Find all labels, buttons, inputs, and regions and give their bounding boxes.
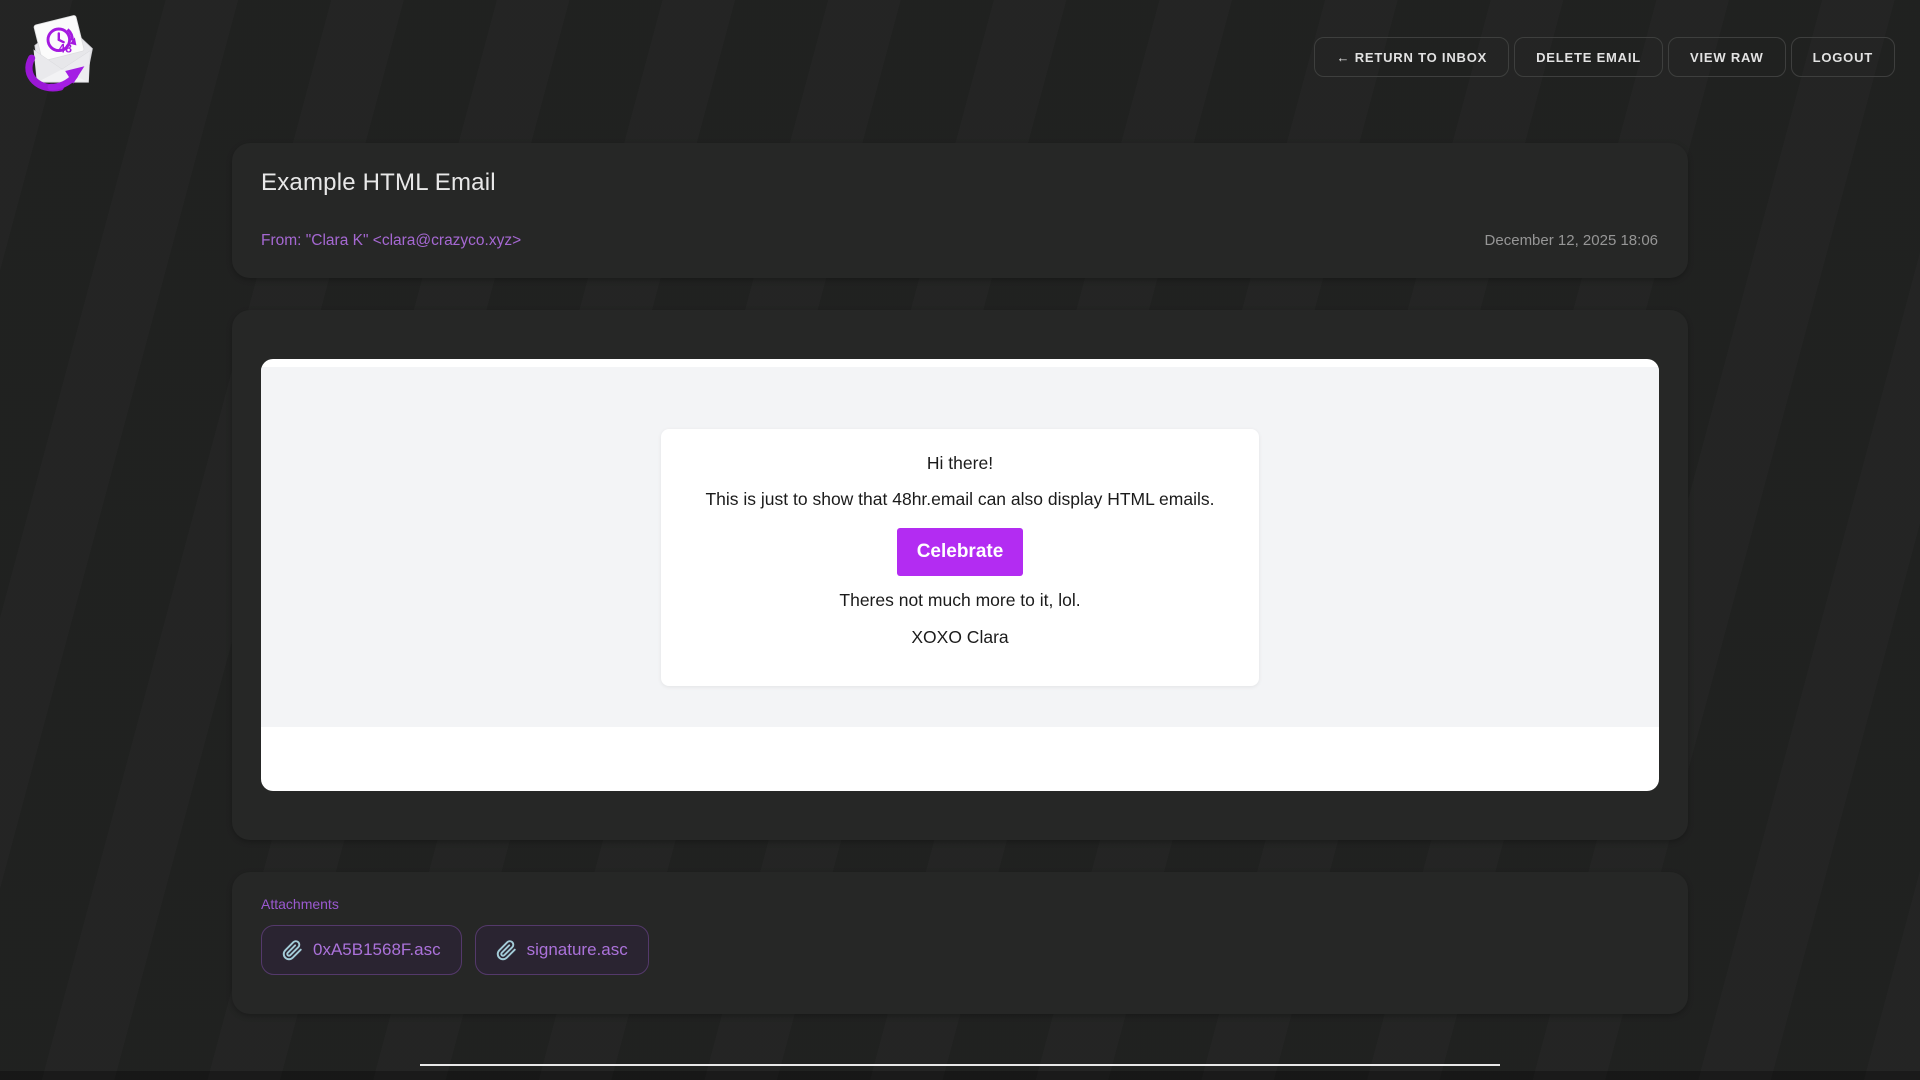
app-logo[interactable]: 48 — [22, 12, 102, 98]
logout-button[interactable]: LOGOUT — [1791, 37, 1895, 77]
paperclip-icon — [282, 940, 303, 961]
email-meta-row: From: "Clara K" <clara@crazyco.xyz> Dece… — [261, 232, 1658, 250]
attachment-pill-0[interactable]: 0xA5B1568F.asc — [261, 925, 462, 975]
email-subject: Example HTML Email — [261, 169, 1658, 197]
main-column: Example HTML Email From: "Clara K" <clar… — [232, 0, 1688, 1066]
page-48hr-email-viewer: { "app": { "logo_label": "48hr.email log… — [0, 0, 1920, 1080]
attachment-filename: signature.asc — [527, 940, 628, 960]
paperclip-icon — [496, 940, 517, 961]
email-from: From: "Clara K" <clara@crazyco.xyz> — [261, 232, 521, 250]
svg-text:48: 48 — [59, 42, 73, 56]
delete-email-button[interactable]: DELETE EMAIL — [1514, 37, 1663, 77]
attachment-pill-1[interactable]: signature.asc — [475, 925, 649, 975]
email-body-line2: Theres not much more to it, lol. — [661, 589, 1259, 611]
view-raw-button[interactable]: VIEW RAW — [1668, 37, 1786, 77]
footer-divider — [420, 1064, 1500, 1066]
attachment-filename: 0xA5B1568F.asc — [313, 940, 441, 960]
attachments-row: 0xA5B1568F.asc signature.asc — [261, 925, 1659, 975]
attachments-card: Attachments 0xA5B1568F.asc signature.asc — [232, 872, 1688, 1014]
celebrate-button[interactable]: Celebrate — [897, 528, 1023, 576]
return-to-inbox-button[interactable]: ← RETURN TO INBOX — [1314, 37, 1509, 77]
top-nav: ← RETURN TO INBOX DELETE EMAIL VIEW RAW … — [1314, 37, 1895, 77]
attachments-label: Attachments — [261, 896, 1659, 912]
bottom-edge-strip — [0, 1071, 1920, 1080]
email-date: December 12, 2025 18:06 — [1485, 232, 1658, 249]
email-body-background: Hi there! This is just to show that 48hr… — [261, 367, 1659, 727]
email-header-card: Example HTML Email From: "Clara K" <clar… — [232, 143, 1688, 278]
email-html-frame: Hi there! This is just to show that 48hr… — [261, 359, 1659, 791]
envelope-clock-logo-image: 48 — [22, 12, 102, 98]
email-greeting: Hi there! — [661, 452, 1259, 474]
email-signoff: XOXO Clara — [661, 626, 1259, 648]
email-body-card: Hi there! This is just to show that 48hr… — [232, 310, 1688, 840]
email-body-line1: This is just to show that 48hr.email can… — [661, 488, 1259, 510]
email-content-box: Hi there! This is just to show that 48hr… — [661, 429, 1259, 686]
